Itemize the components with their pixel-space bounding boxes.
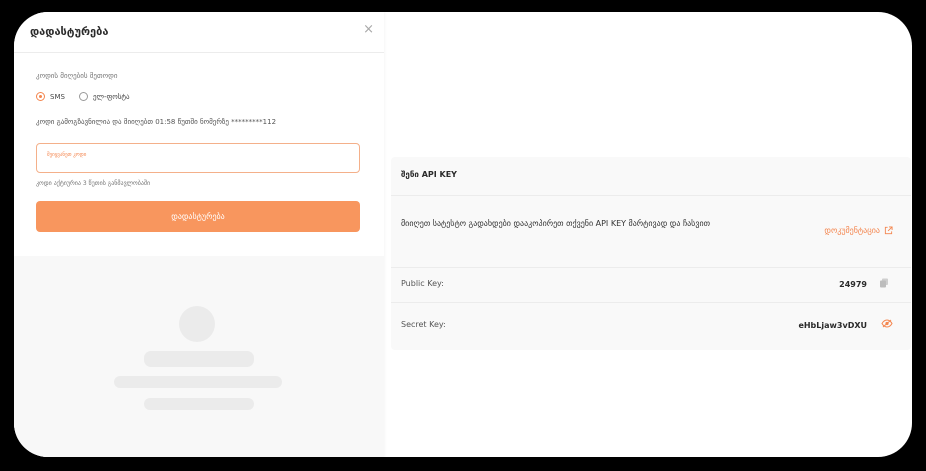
validity-note: კოდი აქტიურია 3 წუთის განმავლობაში: [36, 180, 151, 187]
screen-frame: დადასტურება × კოდის მიღების მეთოდი SMS ე…: [14, 12, 912, 457]
skeleton-line: [114, 376, 282, 388]
public-key-label: Public Key:: [401, 279, 444, 288]
method-label: კოდის მიღების მეთოდი: [36, 72, 118, 80]
api-info-row: მიიღეთ სატესტო გადახდები დააკოპირეთ თქვე…: [391, 195, 911, 268]
external-link-icon: [884, 226, 893, 235]
close-icon[interactable]: ×: [363, 23, 374, 36]
confirm-button[interactable]: დადასტურება: [36, 201, 360, 232]
radio-email-label: ელ-ფოსტა: [92, 92, 130, 101]
radio-option-email[interactable]: ელ-ფოსტა: [78, 92, 130, 101]
skeleton-line: [144, 398, 254, 410]
api-info-text: მიიღეთ სატესტო გადახდები დააკოპირეთ თქვე…: [401, 219, 711, 228]
api-title: შენი API KEY: [401, 170, 457, 179]
eye-off-icon[interactable]: [881, 319, 893, 328]
skeleton-avatar: [179, 306, 215, 342]
secret-key-value: eHbLjaw3vDXU: [798, 321, 867, 330]
api-key-panel: შენი API KEY მიიღეთ სატესტო გადახდები და…: [391, 157, 911, 350]
radio-sms[interactable]: [36, 92, 45, 101]
public-key-row: Public Key: 24979: [391, 267, 911, 303]
documentation-link-label: დოკუმენტაცია: [824, 226, 880, 235]
public-key-value: 24979: [839, 280, 867, 289]
modal-header: დადასტურება ×: [14, 12, 384, 53]
radio-email[interactable]: [78, 92, 88, 101]
documentation-link[interactable]: დოკუმენტაცია: [824, 226, 893, 235]
modal-title: დადასტურება: [30, 25, 109, 38]
code-input-placeholder: შეიყვანეთ კოდი: [47, 152, 87, 158]
secret-key-label: Secret Key:: [401, 320, 446, 329]
copy-icon[interactable]: [879, 278, 889, 288]
code-input[interactable]: შეიყვანეთ კოდი: [36, 143, 360, 173]
radio-option-sms[interactable]: SMS: [36, 92, 65, 101]
skeleton-line: [144, 351, 254, 367]
method-radio-group: SMS ელ-ფოსტა: [36, 92, 144, 101]
secret-key-row: Secret Key: eHbLjaw3vDXU: [391, 302, 911, 350]
radio-sms-label: SMS: [50, 92, 65, 101]
api-title-row: შენი API KEY: [391, 157, 911, 196]
verification-modal: დადასტურება × კოდის მიღების მეთოდი SMS ე…: [14, 12, 384, 457]
code-sent-message: კოდი გამოგზავნილია და მიიღებთ 01:58 წუთშ…: [36, 118, 277, 126]
loading-skeleton: [14, 256, 384, 457]
